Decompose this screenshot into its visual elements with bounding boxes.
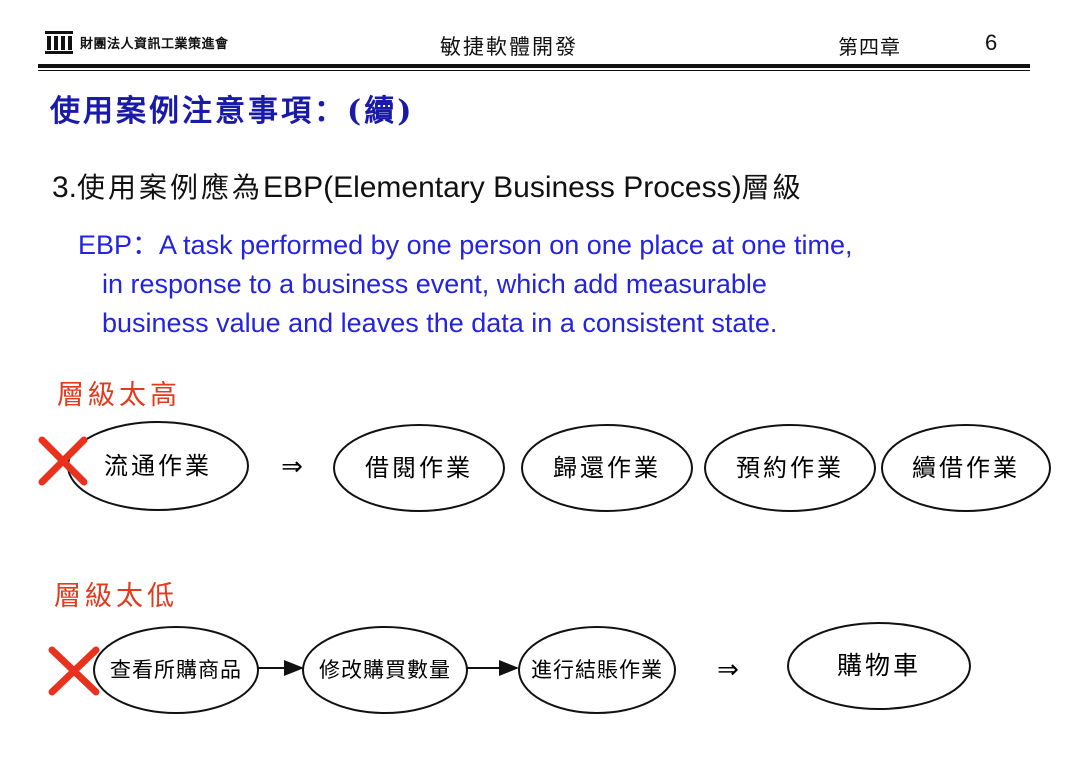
too-low-step-oval: 修改購買數量 [302,626,468,714]
result-text: 續借作業 [912,454,1020,482]
cross-icon [38,436,88,486]
result-text: 借閱作業 [365,454,473,482]
result-text: 歸還作業 [553,454,661,482]
cross-icon [48,646,100,696]
too-high-result-oval: 預約作業 [704,424,876,512]
step-text: 修改購買數量 [319,658,451,682]
too-low-result-oval: 購物車 [787,622,971,710]
too-high-result-oval: 歸還作業 [521,424,693,512]
too-low-step-oval: 進行結賬作業 [518,626,676,714]
too-high-result-oval: 續借作業 [881,424,1051,512]
level-diagram: 流通作業 ⇒ 借閱作業 歸還作業 預約作業 續借作業 查看所購商品 修改購買數量… [38,421,1051,714]
result-text: 預約作業 [736,454,844,482]
step-text: 查看所購商品 [110,658,242,682]
too-high-source-text: 流通作業 [104,452,212,480]
too-high-source-oval: 流通作業 [67,421,249,511]
too-high-result-oval: 借閱作業 [333,424,505,512]
step-text: 進行結賬作業 [531,658,663,682]
implies-arrow-high: ⇒ [281,452,303,482]
result-text: 購物車 [837,651,921,680]
too-low-step-oval: 查看所購商品 [93,626,259,714]
implies-arrow-low: ⇒ [717,655,739,685]
